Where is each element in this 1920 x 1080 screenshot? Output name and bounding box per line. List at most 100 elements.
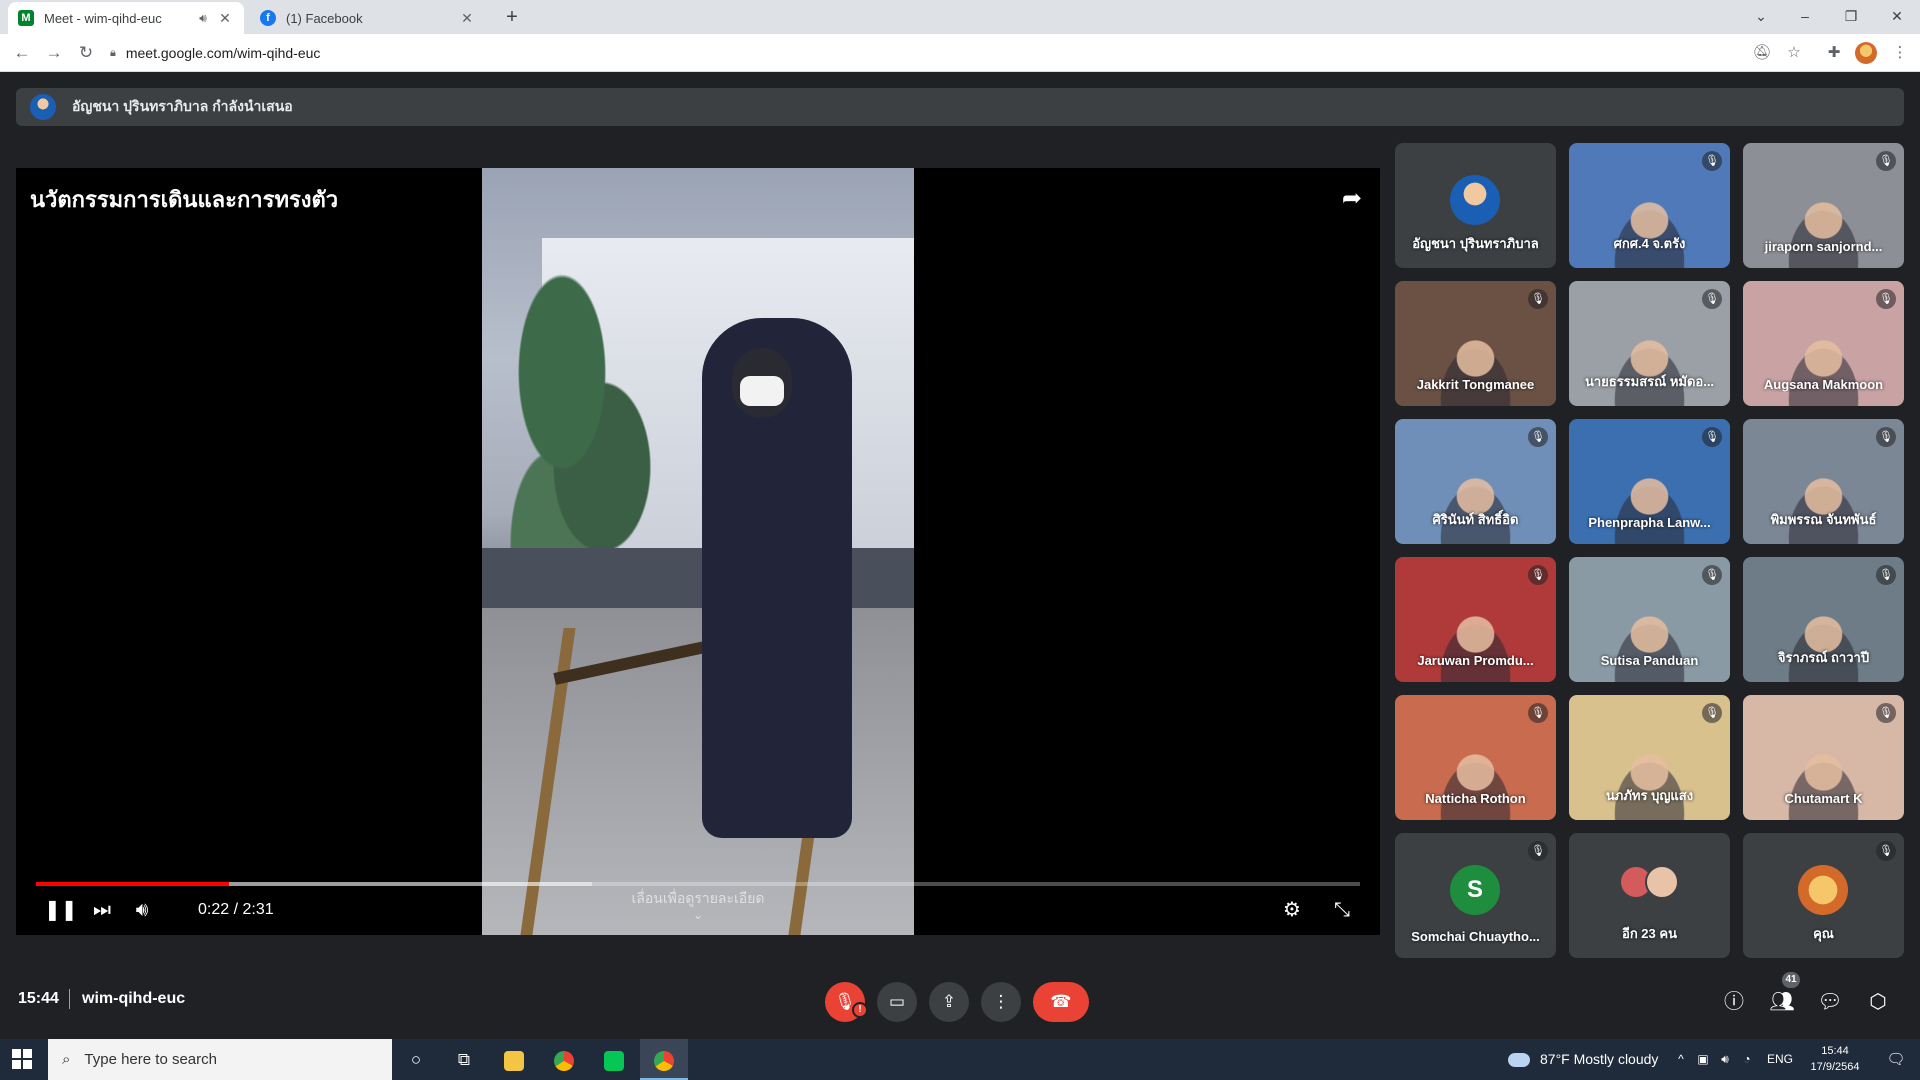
clock-date: 17/9/2564: [1810, 1061, 1860, 1073]
participant-name: Augsana Makmoon: [1763, 377, 1884, 392]
mic-muted-icon: 🎙︎: [1876, 289, 1896, 309]
meeting-details-icon[interactable]: ⓘ: [1719, 987, 1749, 1017]
participant-tile[interactable]: 🎙︎ นภภัทร บุญแสง: [1569, 695, 1730, 820]
close-tab-icon[interactable]: ✕: [216, 10, 234, 27]
tab-facebook[interactable]: f (1) Facebook ✕: [250, 2, 486, 34]
notification-icon[interactable]: 🗨︎: [1876, 1039, 1916, 1080]
settings-gear-icon[interactable]: ⚙︎: [1276, 894, 1308, 926]
mic-alert-icon: !: [852, 1002, 868, 1018]
reload-icon[interactable]: ↻: [74, 41, 98, 65]
forward-icon[interactable]: →: [42, 41, 66, 65]
video-title: นวัตกรรมการเดินและการทรงตัว: [30, 187, 339, 212]
participant-tile[interactable]: 🎙︎ ศิรินันท์ สิทธิ์อิด: [1395, 419, 1556, 544]
participant-tile[interactable]: 🎙︎ จิราภรณ์ ถาวาปี: [1743, 557, 1904, 682]
task-view-icon[interactable]: ⧉: [440, 1039, 488, 1080]
search-icon: ⌕: [62, 1051, 71, 1068]
participant-name: คุณ: [1813, 926, 1834, 941]
more-options-button[interactable]: ⋮: [981, 982, 1021, 1022]
participant-avatar: S: [1450, 865, 1500, 915]
participant-tile[interactable]: อีก 23 คน: [1569, 833, 1730, 958]
mic-muted-icon: 🎙︎: [1876, 565, 1896, 585]
participant-name: Chutamart K: [1784, 791, 1863, 806]
mic-muted-icon: 🎙︎: [1702, 427, 1722, 447]
participant-tile[interactable]: 🎙︎ พิมพรรณ จันทพันธ์: [1743, 419, 1904, 544]
pause-icon[interactable]: ❚❚: [44, 894, 78, 926]
profile-avatar[interactable]: [1855, 42, 1877, 64]
chrome-profile-icon[interactable]: [640, 1039, 688, 1080]
new-tab-button[interactable]: +: [500, 5, 524, 29]
participant-tile[interactable]: S 🎙︎ Somchai Chuaytho...: [1395, 833, 1556, 958]
participant-tile[interactable]: 🎙︎ Jakkrit Tongmanee: [1395, 281, 1556, 406]
close-tab-icon[interactable]: ✕: [458, 10, 476, 27]
windows-taskbar: ⌕ Type here to search ○ ⧉ 87°F Mostly cl…: [0, 1039, 1920, 1080]
meeting-clock: 15:44: [18, 990, 59, 1007]
participant-tile[interactable]: 🎙︎ Jaruwan Promdu...: [1395, 557, 1556, 682]
speaker-icon[interactable]: 🔊︎: [194, 11, 212, 26]
volume-icon[interactable]: 🔊︎: [126, 894, 158, 926]
tab-title: (1) Facebook: [286, 10, 363, 26]
extensions-icon[interactable]: ✚: [1822, 41, 1846, 65]
notifications-blocked-icon[interactable]: 🔕︎: [1750, 41, 1774, 65]
minimize-button[interactable]: –: [1782, 0, 1828, 34]
file-explorer-icon[interactable]: [490, 1039, 538, 1080]
participant-tile[interactable]: 🎙︎ Augsana Makmoon: [1743, 281, 1904, 406]
taskbar-clock[interactable]: 15:44 17/9/2564: [1800, 1043, 1870, 1075]
back-icon[interactable]: ←: [10, 41, 34, 65]
meet-tray-icon[interactable]: ▣: [1694, 1039, 1712, 1080]
participant-name: Somchai Chuaytho...: [1411, 929, 1540, 944]
participant-tile[interactable]: 🎙︎ Chutamart K: [1743, 695, 1904, 820]
restore-button[interactable]: ❐: [1828, 0, 1874, 34]
shared-video[interactable]: นวัตกรรมการเดินและการทรงตัว ➦ ❚❚ ⏭︎ 🔊︎ 0…: [16, 168, 1380, 935]
mic-muted-icon: 🎙︎: [1528, 427, 1548, 447]
chevron-down-icon[interactable]: ⌄: [482, 908, 914, 922]
participant-tile[interactable]: 🎙︎ Phenprapha Lanw...: [1569, 419, 1730, 544]
participant-tile[interactable]: อัญชนา ปุรินทราภิบาล: [1395, 143, 1556, 268]
language-indicator[interactable]: ENG: [1762, 1039, 1798, 1080]
participant-tile[interactable]: 🎙︎ ศกศ.4 จ.ตรัง: [1569, 143, 1730, 268]
cloud-icon: [1508, 1052, 1530, 1067]
close-window-button[interactable]: ✕: [1874, 0, 1920, 34]
participant-tile[interactable]: 🎙︎ Sutisa Panduan: [1569, 557, 1730, 682]
url-field[interactable]: 🔒︎ meet.google.com/wim-qihd-euc: [110, 39, 1740, 67]
people-icon[interactable]: 👥︎: [1767, 987, 1797, 1017]
next-icon[interactable]: ⏭︎: [88, 894, 116, 926]
cortana-icon[interactable]: ○: [392, 1039, 440, 1080]
video-progress-bar[interactable]: [36, 882, 1360, 886]
participant-tile[interactable]: 🎙︎ คุณ: [1743, 833, 1904, 958]
network-icon[interactable]: ◔: [1738, 1039, 1756, 1080]
facebook-icon: f: [260, 10, 276, 26]
participant-name: นายธรรมสรณ์ หมัดอ...: [1584, 374, 1715, 389]
url-text: meet.google.com/wim-qihd-euc: [125, 45, 321, 61]
participant-tile[interactable]: 🎙︎ jiraporn sanjornd...: [1743, 143, 1904, 268]
volume-tray-icon[interactable]: 🔊︎: [1716, 1039, 1734, 1080]
participant-name: Sutisa Panduan: [1600, 653, 1699, 668]
lock-icon[interactable]: 🔒︎: [110, 47, 116, 60]
clock-time: 15:44: [1821, 1045, 1849, 1057]
tab-search-icon[interactable]: ⌄: [1738, 0, 1784, 34]
participant-name: ศกศ.4 จ.ตรัง: [1613, 236, 1686, 251]
address-bar: ← → ↻ 🔒︎ meet.google.com/wim-qihd-euc 🔕︎…: [0, 34, 1920, 72]
chevron-up-icon[interactable]: ^: [1672, 1039, 1690, 1080]
participant-tile[interactable]: 🎙︎ นายธรรมสรณ์ หมัดอ...: [1569, 281, 1730, 406]
exit-fullscreen-icon[interactable]: ⤡: [1326, 894, 1358, 926]
windows-start-icon[interactable]: [12, 1049, 32, 1069]
tab-meet[interactable]: M Meet - wim-qihd-euc 🔊︎ ✕: [8, 2, 244, 34]
chat-icon[interactable]: 💬︎: [1815, 987, 1845, 1017]
swipe-hint[interactable]: เลื่อนเพื่อดูรายละเอียด: [482, 888, 914, 910]
activities-icon[interactable]: ⬡: [1863, 987, 1893, 1017]
taskbar-search-box[interactable]: ⌕ Type here to search: [48, 1039, 392, 1080]
hang-up-button[interactable]: ☎︎: [1033, 982, 1089, 1022]
participant-name: Jakkrit Tongmanee: [1416, 377, 1535, 392]
participant-tile[interactable]: 🎙︎ Natticha Rothon: [1395, 695, 1556, 820]
camera-button[interactable]: ▭: [877, 982, 917, 1022]
mic-muted-icon: 🎙︎: [1702, 703, 1722, 723]
menu-icon[interactable]: ⋮: [1888, 41, 1912, 65]
bookmark-star-icon[interactable]: ☆: [1782, 41, 1806, 65]
line-icon[interactable]: [590, 1039, 638, 1080]
present-screen-button[interactable]: ⇪: [929, 982, 969, 1022]
share-icon[interactable]: ➦: [1342, 184, 1362, 213]
mic-muted-icon: 🎙︎: [1876, 151, 1896, 171]
participant-name: jiraporn sanjornd...: [1764, 239, 1883, 254]
chrome-icon[interactable]: [540, 1039, 588, 1080]
weather-widget[interactable]: 87°F Mostly cloudy: [1508, 1039, 1658, 1080]
